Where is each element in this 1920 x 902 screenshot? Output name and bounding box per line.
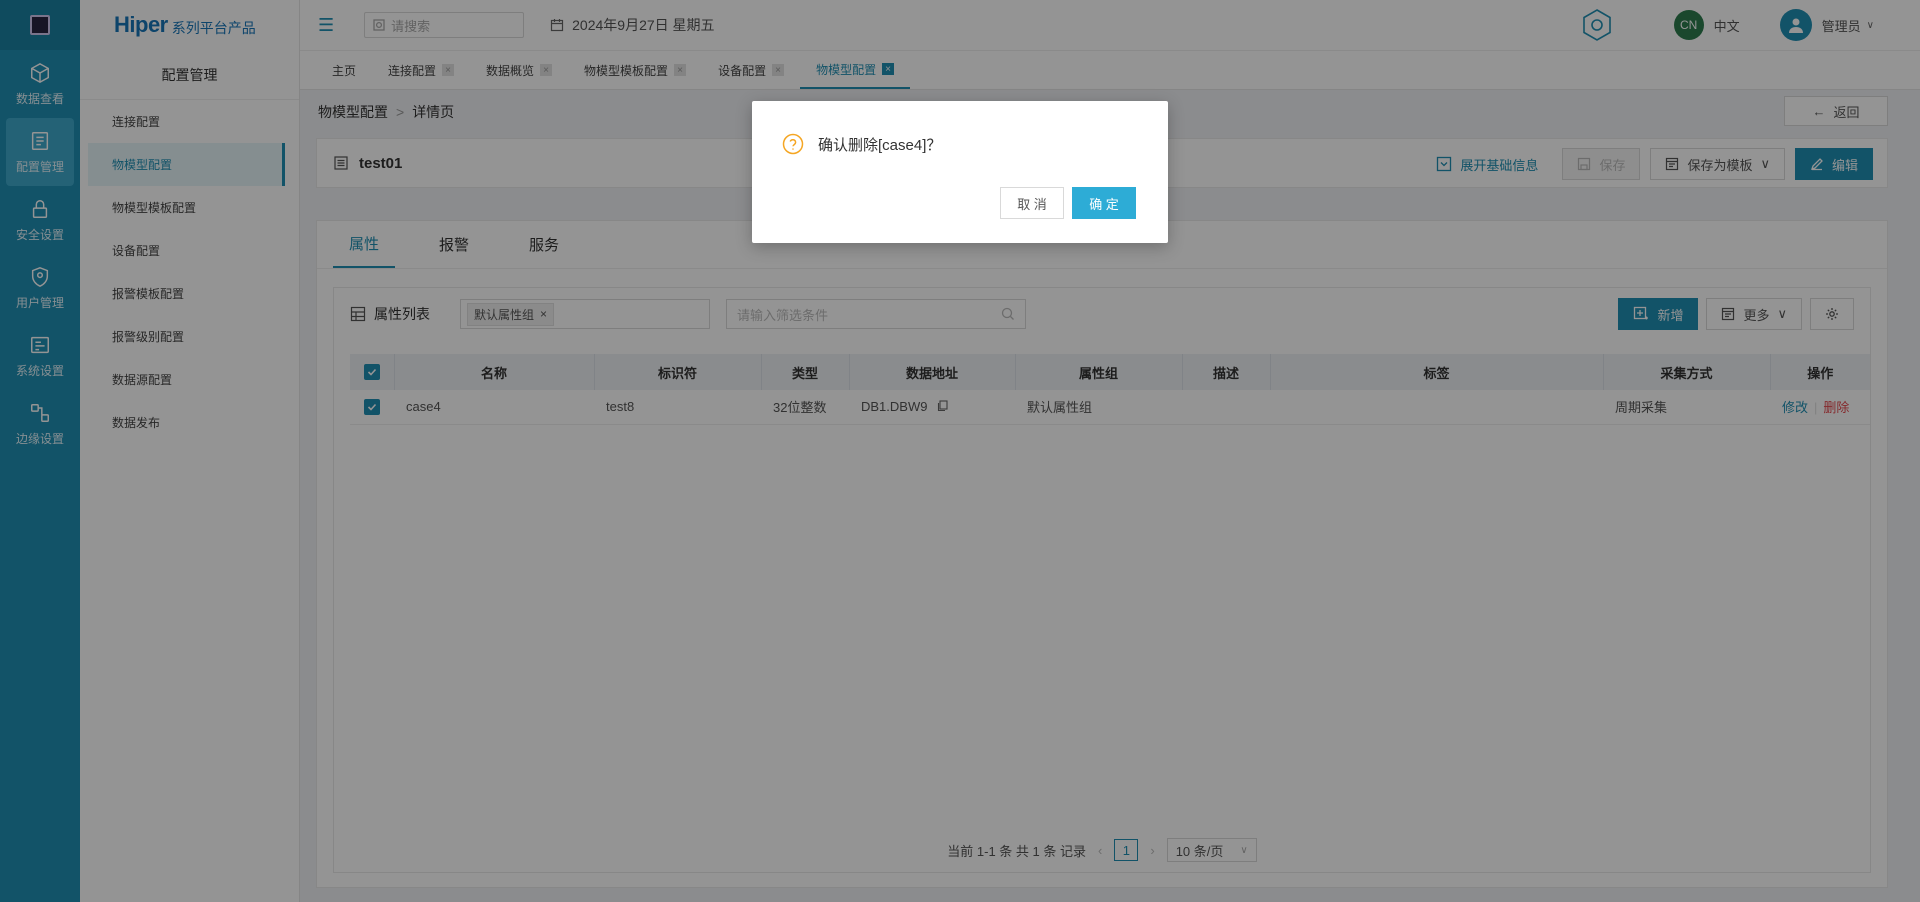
dialog-message-text: 确认删除[case4]？ [818,136,942,154]
confirm-delete-dialog: 确认删除[case4]？ 取 消 确 定 [752,101,1168,243]
dialog-message: 确认删除[case4]？ [782,133,941,155]
dialog-actions: 取 消 确 定 [1000,187,1136,219]
confirm-button[interactable]: 确 定 [1072,187,1136,219]
question-icon [782,133,804,155]
cancel-button[interactable]: 取 消 [1000,187,1064,219]
